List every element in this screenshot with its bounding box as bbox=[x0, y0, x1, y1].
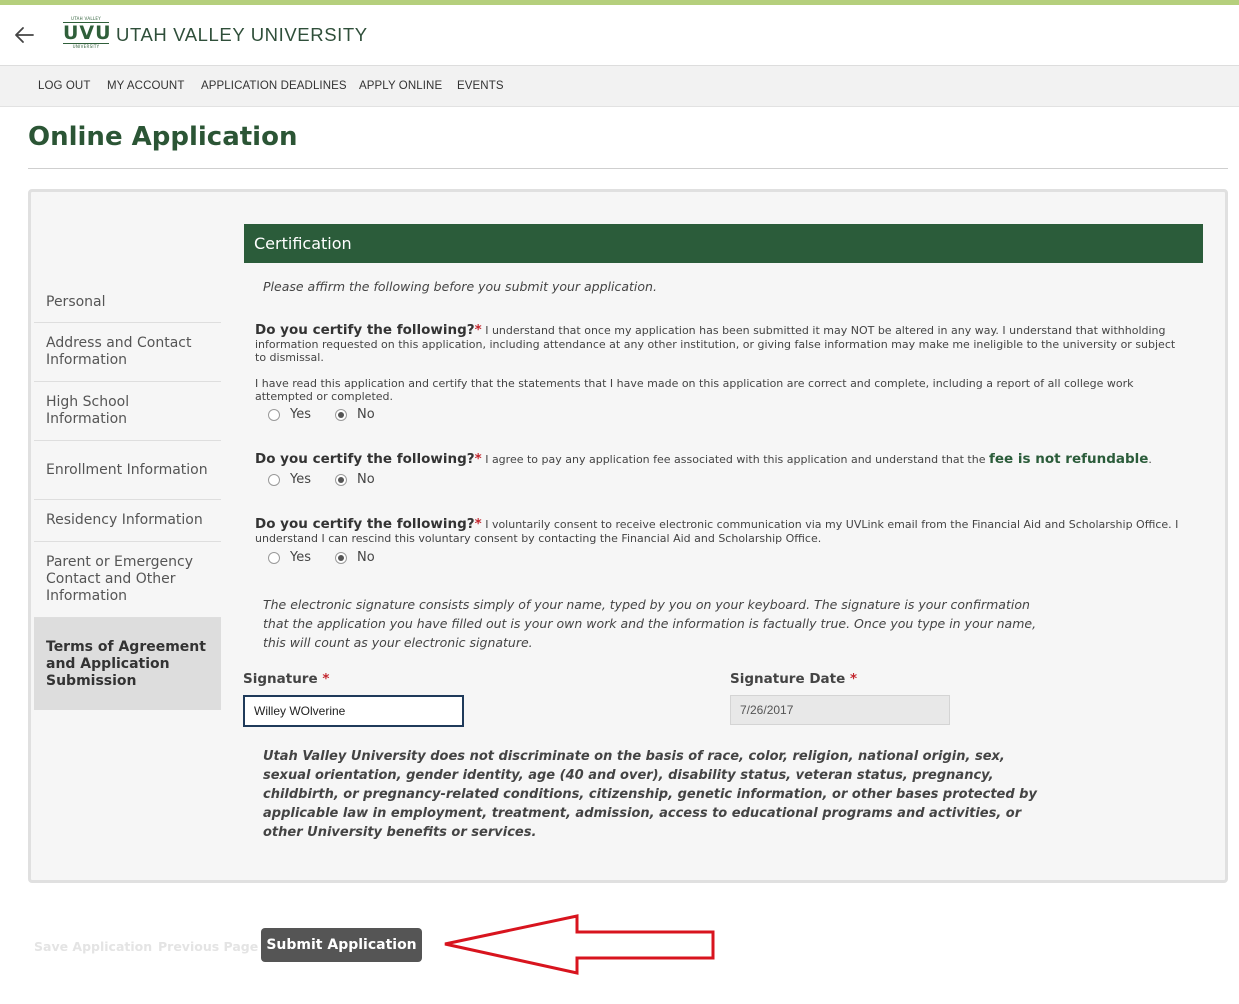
nav-application-deadlines[interactable]: APPLICATION DEADLINES bbox=[201, 80, 347, 92]
required-marker: * bbox=[474, 451, 482, 467]
certify-question-1: Do you certify the following?* I underst… bbox=[255, 322, 1185, 404]
radio-dot-selected bbox=[335, 551, 347, 564]
question-label: Do you certify the following? bbox=[255, 451, 475, 467]
title-divider bbox=[28, 168, 1228, 169]
required-marker: * bbox=[474, 516, 482, 532]
save-application-link[interactable]: Save Application bbox=[34, 939, 152, 954]
radio-dot-selected bbox=[335, 473, 347, 486]
previous-page-link[interactable]: Previous Page bbox=[158, 939, 258, 954]
signature-date-label: Signature Date * bbox=[730, 671, 858, 687]
step-sidebar: Personal Address and Contact Information… bbox=[34, 282, 221, 710]
question-text: I agree to pay any application fee assoc… bbox=[485, 453, 986, 466]
red-arrow-annotation-icon bbox=[444, 914, 715, 975]
page-title: Online Application bbox=[28, 122, 298, 152]
signature-label: Signature * bbox=[243, 671, 330, 687]
sidebar-item-residency[interactable]: Residency Information bbox=[34, 500, 221, 542]
radio-dot-selected bbox=[335, 408, 347, 421]
question-text-2: I have read this application and certify… bbox=[255, 376, 1134, 404]
uvu-logo[interactable]: UTAH VALLEY UVU UNIVERSITY bbox=[63, 16, 111, 54]
nav-apply-online[interactable]: APPLY ONLINE bbox=[359, 80, 442, 92]
certify-question-2: Do you certify the following?* I agree t… bbox=[255, 451, 1152, 467]
site-header: UTAH VALLEY UVU UNIVERSITY UTAH VALLEY U… bbox=[0, 5, 1239, 66]
certification-intro: Please affirm the following before you s… bbox=[263, 279, 657, 294]
certify-2-yes-radio[interactable]: Yes bbox=[268, 472, 311, 487]
certify-1-no-radio[interactable]: No bbox=[335, 407, 375, 422]
application-panel: Personal Address and Contact Information… bbox=[28, 189, 1228, 883]
nondiscrimination-statement: Utah Valley University does not discrimi… bbox=[263, 749, 1037, 840]
nav-events[interactable]: EVENTS bbox=[457, 80, 504, 92]
submit-application-button[interactable]: Submit Application bbox=[261, 928, 422, 962]
certify-2-options: Yes No bbox=[268, 472, 399, 487]
fee-not-refundable-text: fee is not refundable bbox=[989, 451, 1149, 467]
top-nav: LOG OUT MY ACCOUNT APPLICATION DEADLINES… bbox=[0, 66, 1239, 107]
certify-2-no-radio[interactable]: No bbox=[335, 472, 375, 487]
question-label: Do you certify the following? bbox=[255, 516, 475, 532]
brand-name[interactable]: UTAH VALLEY UNIVERSITY bbox=[116, 24, 368, 46]
certify-1-yes-radio[interactable]: Yes bbox=[268, 407, 311, 422]
radio-dot bbox=[268, 473, 280, 486]
sidebar-item-terms-submission[interactable]: Terms of Agreement and Application Submi… bbox=[34, 618, 221, 710]
radio-dot bbox=[268, 408, 280, 421]
certify-3-options: Yes No bbox=[268, 550, 399, 565]
nav-log-out[interactable]: LOG OUT bbox=[38, 80, 90, 92]
sidebar-item-parent-emergency[interactable]: Parent or Emergency Contact and Other In… bbox=[34, 542, 221, 618]
signature-date-field: 7/26/2017 bbox=[730, 695, 950, 725]
sidebar-item-address-contact[interactable]: Address and Contact Information bbox=[34, 323, 221, 382]
question-label: Do you certify the following? bbox=[255, 322, 475, 338]
sidebar-item-personal[interactable]: Personal bbox=[34, 282, 221, 323]
nav-my-account[interactable]: MY ACCOUNT bbox=[107, 80, 184, 92]
signature-input[interactable] bbox=[243, 695, 464, 727]
back-arrow-icon[interactable] bbox=[12, 23, 36, 47]
signature-note: The electronic signature consists simply… bbox=[263, 597, 1037, 650]
sidebar-item-enrollment[interactable]: Enrollment Information bbox=[34, 441, 221, 500]
required-marker: * bbox=[474, 322, 482, 338]
certify-3-yes-radio[interactable]: Yes bbox=[268, 550, 311, 565]
radio-dot bbox=[268, 551, 280, 564]
sidebar-item-high-school[interactable]: High School Information bbox=[34, 382, 221, 441]
certification-heading: Certification bbox=[244, 224, 1203, 263]
certify-1-options: Yes No bbox=[268, 407, 399, 422]
certify-3-no-radio[interactable]: No bbox=[335, 550, 375, 565]
certify-question-3: Do you certify the following?* I volunta… bbox=[255, 516, 1185, 545]
